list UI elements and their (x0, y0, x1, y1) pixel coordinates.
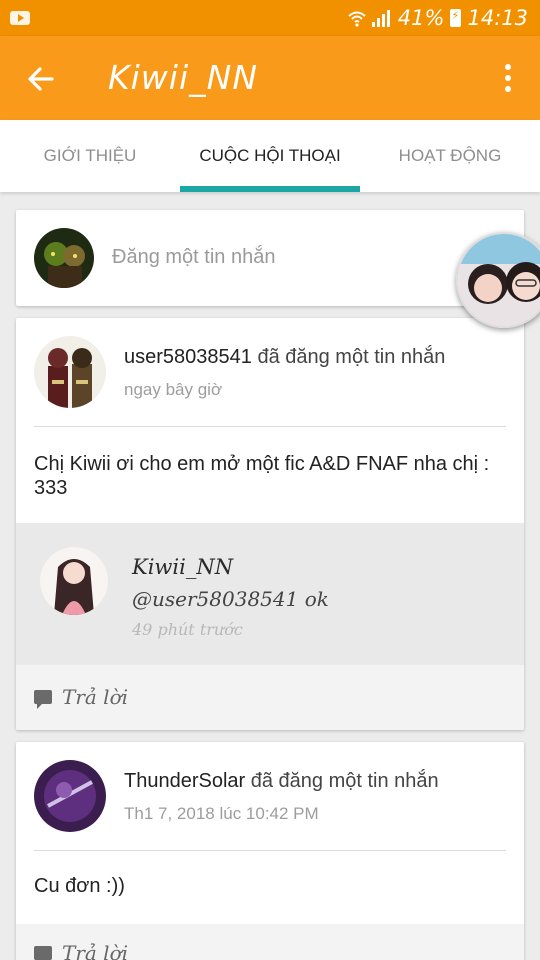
page-title: Kiwii_NN (108, 58, 259, 97)
battery-percent: 41% (397, 6, 445, 30)
post-body: Chị Kiwii ơi cho em mở một fic A&D FNAF … (34, 453, 490, 499)
chat-head-bubble[interactable] (456, 232, 540, 328)
reply-author-name[interactable]: Kiwii_NN (132, 555, 233, 579)
reply-text: @user58038541 ok (132, 587, 329, 611)
post-action-text: đã đăng một tin nhắn (250, 770, 439, 792)
compose-card[interactable]: Đăng một tin nhắn (16, 210, 524, 306)
post-card: user58038541 đã đăng một tin nhắn ngay b… (16, 318, 524, 730)
post-body: Cu đơn :)) (34, 875, 125, 897)
post-header: user58038541 đã đăng một tin nhắn (124, 346, 445, 369)
post-card: ThunderSolar đã đăng một tin nhắn Th1 7,… (16, 742, 524, 960)
post-timestamp: Th1 7, 2018 lúc 10:42 PM (124, 804, 319, 823)
avatar (34, 228, 94, 288)
clock: 14:13 (467, 6, 528, 30)
tab-conversations[interactable]: CUỘC HỘI THOẠI (180, 120, 360, 192)
divider (34, 426, 506, 427)
active-tab-indicator (180, 186, 360, 192)
post-header: ThunderSolar đã đăng một tin nhắn (124, 770, 439, 793)
reply-button[interactable]: Trả lời (16, 665, 524, 730)
signal-icon (371, 9, 392, 27)
compose-input[interactable]: Đăng một tin nhắn (112, 246, 275, 269)
reply-item: Kiwii_NN @user58038541 ok 49 phút trước (16, 523, 524, 665)
tab-bar: GIỚI THIỆU CUỘC HỘI THOẠI HOẠT ĐỘNG (0, 120, 540, 192)
reply-label: Trả lời (62, 685, 129, 709)
post-author-name[interactable]: ThunderSolar (124, 770, 245, 792)
comment-icon (34, 946, 52, 960)
divider (34, 850, 506, 851)
reply-timestamp: 49 phút trước (132, 620, 243, 639)
avatar[interactable] (34, 760, 106, 832)
back-arrow-icon[interactable] (26, 64, 56, 94)
post-action-text: đã đăng một tin nhắn (257, 346, 446, 368)
battery-icon (450, 9, 462, 27)
status-indicators: 41% 14:13 (348, 6, 528, 30)
post-author-name[interactable]: user58038541 (124, 346, 252, 368)
reply-button[interactable]: Trả lời (16, 924, 524, 960)
reply-label: Trả lời (62, 941, 129, 960)
wifi-icon (348, 9, 366, 27)
avatar[interactable] (40, 547, 108, 615)
tab-about[interactable]: GIỚI THIỆU (0, 120, 180, 192)
youtube-icon (10, 11, 30, 25)
app-bar: Kiwii_NN (0, 36, 540, 120)
tab-activity[interactable]: HOẠT ĐỘNG (360, 120, 540, 192)
avatar[interactable] (34, 336, 106, 408)
post-timestamp: ngay bây giờ (124, 380, 223, 399)
comment-icon (34, 690, 52, 709)
status-bar: 41% 14:13 (0, 0, 540, 36)
more-vert-icon[interactable] (504, 64, 512, 92)
